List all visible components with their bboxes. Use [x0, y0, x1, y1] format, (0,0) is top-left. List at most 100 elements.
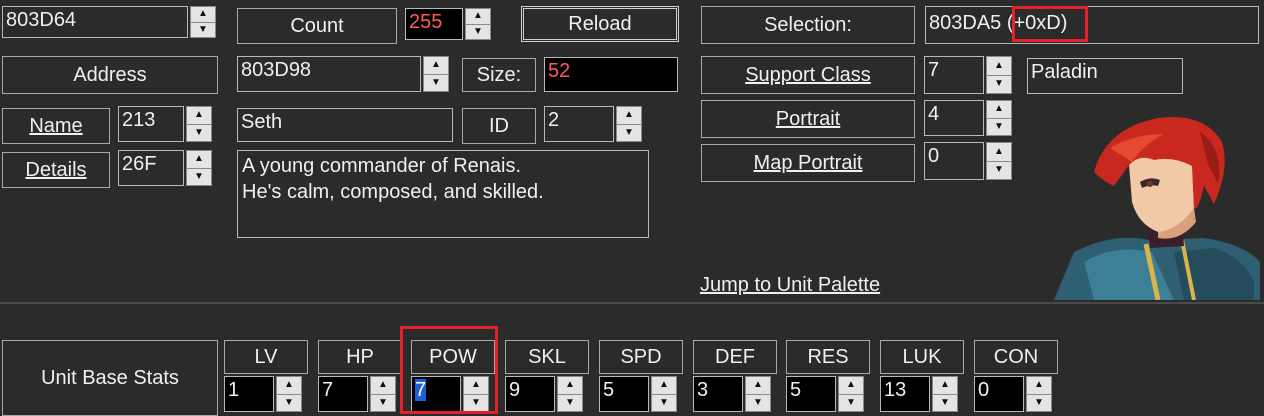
section-divider: [0, 302, 1264, 304]
selection-offset-highlight: [1012, 6, 1088, 42]
chevron-up-icon[interactable]: ▲: [277, 377, 301, 394]
chevron-down-icon[interactable]: ▼: [1027, 393, 1051, 412]
stat-label-res: RES: [786, 340, 870, 374]
chevron-up-icon[interactable]: ▲: [617, 107, 641, 124]
top-address-input[interactable]: 803D64: [2, 6, 188, 38]
stat-input-lv[interactable]: 1: [224, 376, 274, 412]
chevron-up-icon[interactable]: ▲: [466, 9, 490, 24]
name-text-input[interactable]: Seth: [237, 108, 453, 142]
stat-spinner-skl[interactable]: ▲ ▼: [557, 376, 583, 412]
stat-spinner-luk[interactable]: ▲ ▼: [932, 376, 958, 412]
address-label: Address: [2, 56, 218, 94]
chevron-down-icon[interactable]: ▼: [933, 393, 957, 412]
chevron-down-icon[interactable]: ▼: [987, 117, 1011, 136]
chevron-down-icon[interactable]: ▼: [424, 73, 448, 92]
chevron-up-icon[interactable]: ▲: [424, 57, 448, 74]
portrait-spinner[interactable]: ▲ ▼: [986, 100, 1012, 136]
chevron-up-icon[interactable]: ▲: [371, 377, 395, 394]
id-spinner[interactable]: ▲ ▼: [616, 106, 642, 142]
chevron-up-icon[interactable]: ▲: [839, 377, 863, 394]
reload-button[interactable]: Reload: [521, 6, 679, 42]
name-id-input[interactable]: 213: [118, 106, 184, 142]
chevron-up-icon[interactable]: ▲: [1027, 377, 1051, 394]
support-class-input[interactable]: 7: [924, 56, 984, 94]
stat-input-hp[interactable]: 7: [318, 376, 368, 412]
chevron-down-icon[interactable]: ▼: [987, 74, 1011, 94]
stat-spinner-hp[interactable]: ▲ ▼: [370, 376, 396, 412]
stat-value-skl: 9: [509, 379, 521, 401]
chevron-down-icon[interactable]: ▼: [187, 167, 211, 186]
count-input[interactable]: 255: [405, 8, 463, 40]
top-address-spinner[interactable]: ▲ ▼: [190, 6, 216, 38]
unit-base-stats-label: Unit Base Stats: [2, 340, 218, 416]
chevron-down-icon[interactable]: ▼: [839, 393, 863, 412]
name-id-spinner[interactable]: ▲ ▼: [186, 106, 212, 142]
id-input[interactable]: 2: [544, 106, 614, 142]
stat-value-luk: 13: [884, 379, 907, 401]
chevron-up-icon[interactable]: ▲: [558, 377, 582, 394]
details-line-1: A young commander of Renais.: [242, 155, 522, 177]
chevron-up-icon[interactable]: ▲: [987, 57, 1011, 75]
stat-spinner-lv[interactable]: ▲ ▼: [276, 376, 302, 412]
chevron-down-icon[interactable]: ▼: [466, 23, 490, 40]
chevron-up-icon[interactable]: ▲: [987, 101, 1011, 118]
stat-input-def[interactable]: 3: [693, 376, 743, 412]
map-portrait-spinner[interactable]: ▲ ▼: [986, 142, 1012, 180]
stat-label-spd: SPD: [599, 340, 683, 374]
chevron-down-icon[interactable]: ▼: [187, 123, 211, 142]
chevron-up-icon[interactable]: ▲: [987, 143, 1011, 161]
portrait-link[interactable]: Portrait: [701, 100, 915, 138]
chevron-down-icon[interactable]: ▼: [617, 123, 641, 142]
details-id-input[interactable]: 26F: [118, 150, 184, 186]
stat-input-luk[interactable]: 13: [880, 376, 930, 412]
stat-spinner-res[interactable]: ▲ ▼: [838, 376, 864, 412]
record-address-input[interactable]: 803D98: [237, 56, 421, 92]
chevron-up-icon[interactable]: ▲: [652, 377, 676, 394]
stat-value-def: 3: [697, 379, 709, 401]
chevron-down-icon[interactable]: ▼: [746, 393, 770, 412]
map-portrait-link[interactable]: Map Portrait: [701, 144, 915, 182]
chevron-down-icon[interactable]: ▼: [652, 393, 676, 412]
portrait-input[interactable]: 4: [924, 100, 984, 136]
chevron-down-icon[interactable]: ▼: [191, 21, 215, 38]
record-address-spinner[interactable]: ▲ ▼: [423, 56, 449, 92]
stat-input-con[interactable]: 0: [974, 376, 1024, 412]
stat-spinner-spd[interactable]: ▲ ▼: [651, 376, 677, 412]
chevron-up-icon[interactable]: ▲: [933, 377, 957, 394]
stat-label-con: CON: [974, 340, 1058, 374]
stat-value-hp: 7: [322, 379, 334, 401]
details-line-2: He's calm, composed, and skilled.: [242, 181, 544, 203]
size-input[interactable]: 52: [544, 57, 678, 92]
character-portrait-image: [1054, 117, 1260, 300]
jump-to-unit-palette-link[interactable]: Jump to Unit Palette: [700, 274, 880, 297]
selection-field[interactable]: 803DA5 (+0xD): [925, 6, 1259, 44]
stat-spinner-def[interactable]: ▲ ▼: [745, 376, 771, 412]
count-spinner[interactable]: ▲ ▼: [465, 8, 491, 40]
chevron-up-icon[interactable]: ▲: [746, 377, 770, 394]
details-id-spinner[interactable]: ▲ ▼: [186, 150, 212, 186]
stat-spinner-con[interactable]: ▲ ▼: [1026, 376, 1052, 412]
id-label: ID: [462, 108, 536, 144]
support-class-spinner[interactable]: ▲ ▼: [986, 56, 1012, 94]
details-link[interactable]: Details: [2, 152, 110, 188]
chevron-down-icon[interactable]: ▼: [987, 160, 1011, 180]
chevron-down-icon[interactable]: ▼: [277, 393, 301, 412]
stat-value-lv: 1: [228, 379, 240, 401]
chevron-up-icon[interactable]: ▲: [187, 107, 211, 124]
chevron-up-icon[interactable]: ▲: [187, 151, 211, 168]
name-link[interactable]: Name: [2, 108, 110, 144]
stat-input-spd[interactable]: 5: [599, 376, 649, 412]
chevron-down-icon[interactable]: ▼: [371, 393, 395, 412]
stat-value-spd: 5: [603, 379, 615, 401]
details-textarea[interactable]: A young commander of Renais. He's calm, …: [237, 150, 649, 238]
stat-value-res: 5: [790, 379, 802, 401]
chevron-up-icon[interactable]: ▲: [191, 7, 215, 22]
support-class-link[interactable]: Support Class: [701, 56, 915, 94]
stat-input-skl[interactable]: 9: [505, 376, 555, 412]
chevron-down-icon[interactable]: ▼: [558, 393, 582, 412]
stat-input-res[interactable]: 5: [786, 376, 836, 412]
stat-label-lv: LV: [224, 340, 308, 374]
stat-label-skl: SKL: [505, 340, 589, 374]
support-class-name: Paladin: [1027, 58, 1183, 94]
map-portrait-input[interactable]: 0: [924, 142, 984, 180]
